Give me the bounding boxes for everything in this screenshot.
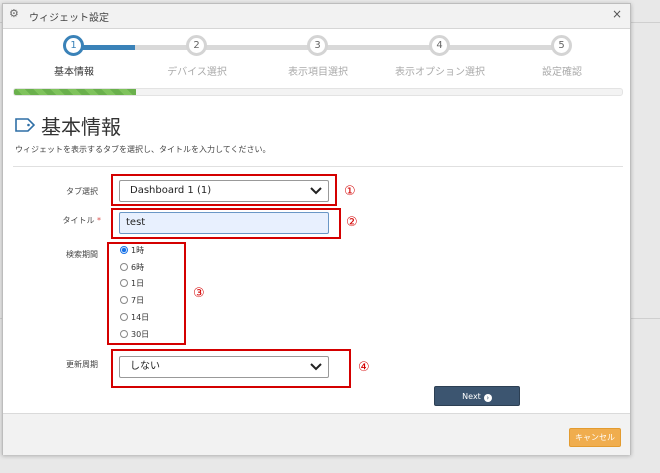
required-mark: * bbox=[97, 216, 101, 225]
period-option-label: 30日 bbox=[131, 329, 150, 339]
tab-select-label: タブ選択 bbox=[66, 187, 98, 196]
step-5-label: 設定確認 bbox=[542, 67, 582, 78]
radio-button[interactable] bbox=[120, 262, 128, 271]
radio-button[interactable] bbox=[120, 246, 128, 254]
radio-button[interactable] bbox=[120, 312, 128, 321]
chevron-down-icon bbox=[310, 363, 322, 371]
chevron-down-icon bbox=[310, 187, 322, 195]
period-label: 検索期間 bbox=[66, 250, 98, 259]
step-4-circle: 4 bbox=[429, 35, 450, 56]
section-title: 基本情報 bbox=[41, 115, 121, 139]
tag-icon bbox=[15, 118, 35, 132]
next-button[interactable]: Next › bbox=[434, 386, 520, 406]
step-1-circle: 1 bbox=[63, 35, 84, 56]
title-label-text: タイトル bbox=[62, 216, 95, 225]
step-3-circle: 3 bbox=[307, 35, 328, 56]
gear-icon: ⚙ bbox=[9, 7, 19, 20]
refresh-select[interactable]: しない bbox=[119, 356, 329, 378]
annotation-number-4: ④ bbox=[358, 360, 370, 375]
cancel-button[interactable]: キャンセル bbox=[569, 428, 621, 447]
dialog-titlebar: ⚙ ウィジェット設定 × bbox=[3, 4, 630, 29]
radio-button[interactable] bbox=[120, 329, 128, 338]
tab-select-value: Dashboard 1 (1) bbox=[130, 185, 212, 196]
step-5-circle: 5 bbox=[551, 35, 572, 56]
refresh-label: 更新周期 bbox=[66, 360, 98, 369]
period-option-label: 14日 bbox=[131, 312, 150, 322]
title-label: タイトル * bbox=[43, 215, 101, 226]
close-button[interactable]: × bbox=[612, 7, 622, 21]
section-description: ウィジェットを表示するタブを選択し、タイトルを入力してください。 bbox=[15, 145, 271, 154]
period-option-label: 6時 bbox=[131, 262, 145, 272]
dialog-title: ウィジェット設定 bbox=[29, 13, 109, 24]
step-3-label: 表示項目選択 bbox=[288, 67, 348, 78]
stepper-track-complete bbox=[83, 45, 135, 50]
annotation-number-1: ① bbox=[344, 184, 356, 199]
step-2-circle: 2 bbox=[186, 35, 207, 56]
progress-bar-fill bbox=[14, 89, 136, 95]
refresh-select-value: しない bbox=[130, 361, 160, 372]
step-2-label: デバイス選択 bbox=[167, 67, 227, 78]
annotation-number-2: ② bbox=[346, 215, 358, 230]
step-1-label: 基本情報 bbox=[54, 67, 94, 78]
progress-bar bbox=[13, 88, 623, 96]
period-option-label: 1日 bbox=[131, 279, 145, 289]
next-button-label: Next bbox=[462, 392, 481, 401]
widget-settings-dialog: ⚙ ウィジェット設定 × 1 2 3 4 5 基本情報 デバイス選択 表示項目選… bbox=[2, 3, 631, 455]
period-option-label: 7日 bbox=[131, 296, 145, 306]
dialog-footer: キャンセル bbox=[3, 413, 630, 455]
step-4-label: 表示オプション選択 bbox=[395, 67, 485, 78]
arrow-right-circle-icon: › bbox=[483, 394, 492, 402]
annotation-number-3: ③ bbox=[193, 286, 205, 301]
section-divider bbox=[13, 166, 623, 167]
tab-select[interactable]: Dashboard 1 (1) bbox=[119, 180, 329, 202]
title-input[interactable]: test bbox=[119, 212, 329, 234]
period-option-label: 1時 bbox=[131, 246, 145, 255]
